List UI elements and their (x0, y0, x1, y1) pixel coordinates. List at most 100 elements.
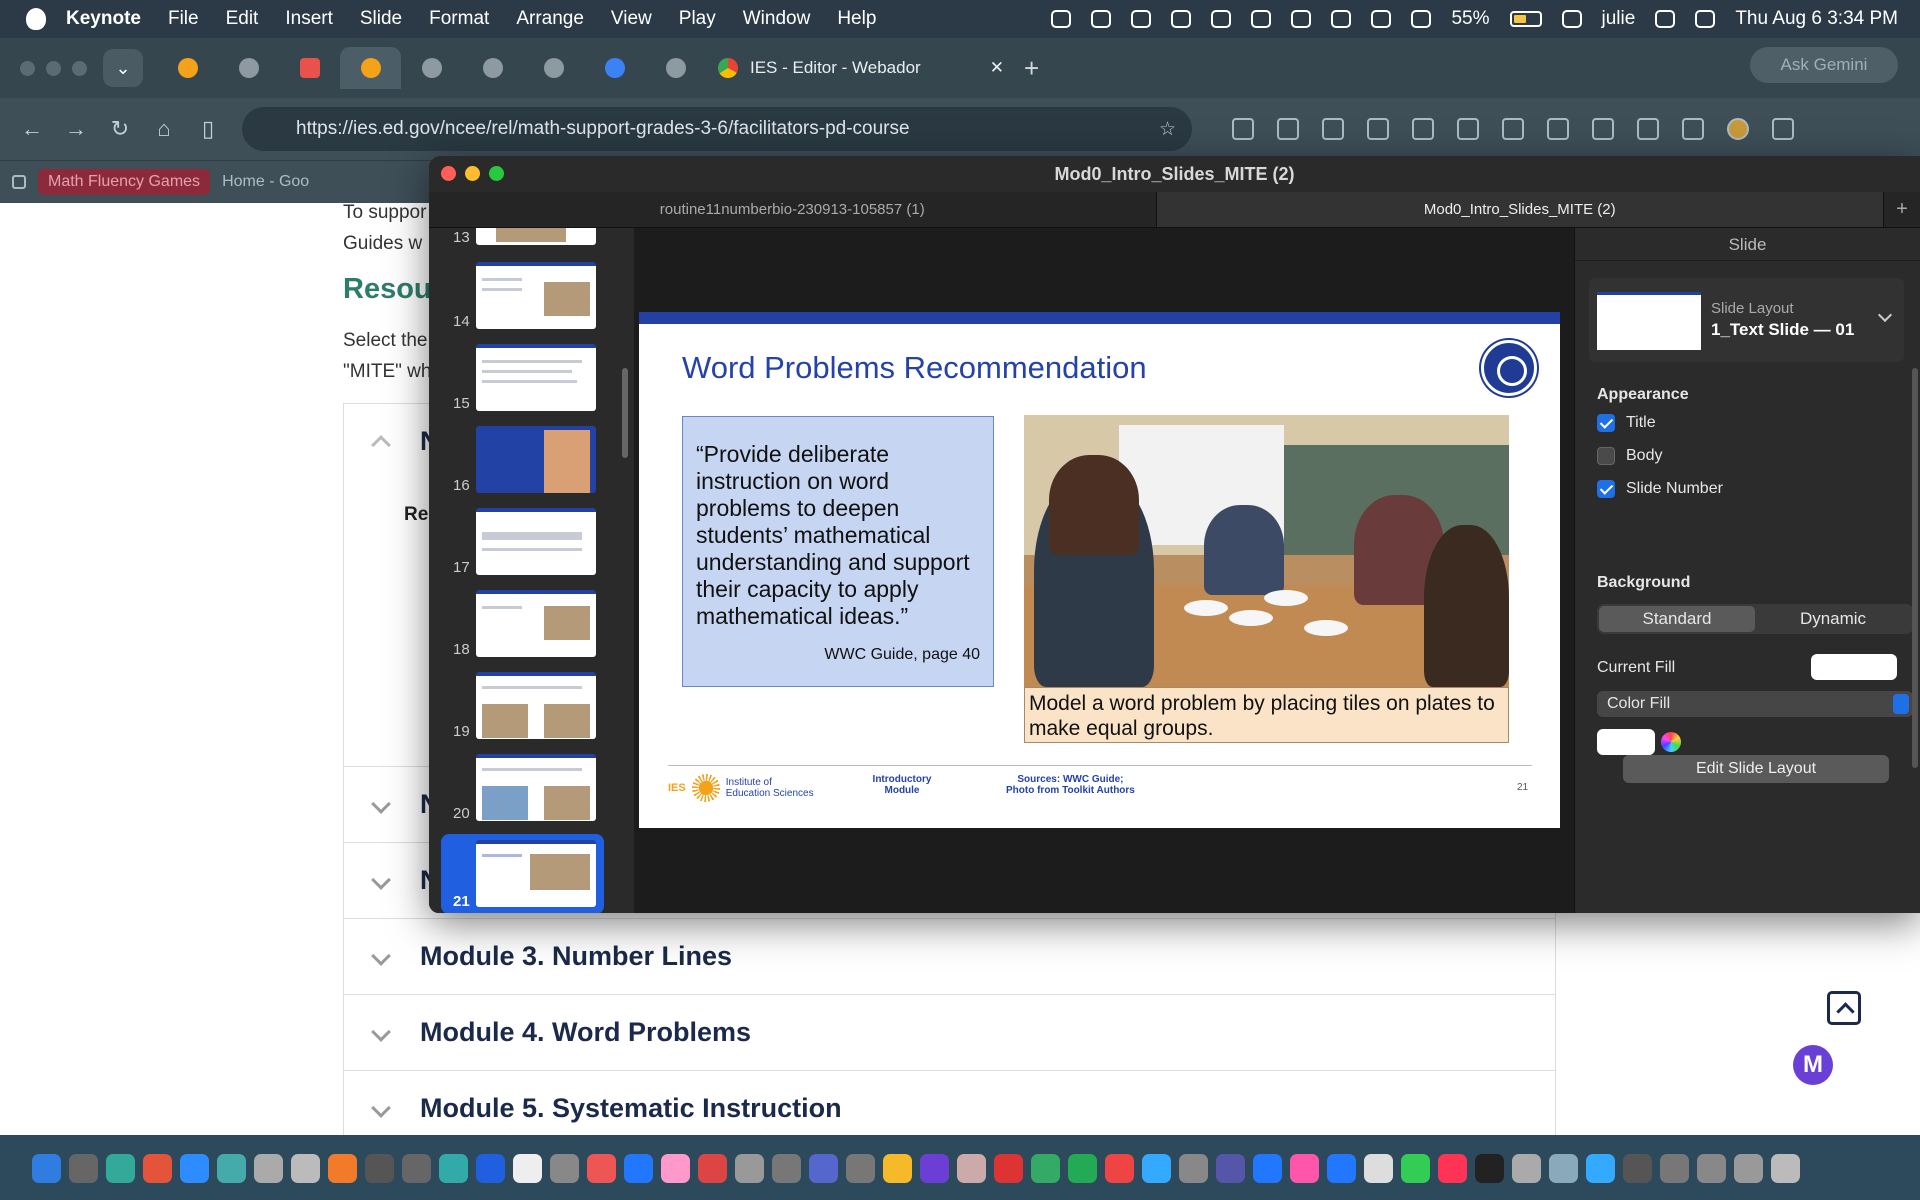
slide-thumbnail[interactable]: 17 (429, 508, 634, 580)
add-tab-icon[interactable]: + (1884, 192, 1920, 227)
clock[interactable]: Thu Aug 6 3:34 PM (1735, 8, 1898, 30)
scroll-to-top-button[interactable] (1827, 991, 1861, 1025)
performance-icon[interactable] (1682, 118, 1704, 140)
app-icon[interactable] (69, 1153, 98, 1183)
reader-icon[interactable] (1637, 118, 1659, 140)
history-icon[interactable] (1412, 118, 1434, 140)
menu-insert[interactable]: Insert (285, 8, 333, 30)
back-arrow-icon[interactable]: ← (10, 116, 54, 142)
pinned-tab[interactable] (279, 47, 340, 89)
pinned-tab-active[interactable] (340, 47, 401, 89)
close-tab-icon[interactable]: ✕ (990, 58, 1004, 78)
close-window-button[interactable] (441, 166, 456, 181)
app-icon[interactable] (1216, 1153, 1245, 1183)
app-icon[interactable] (883, 1153, 912, 1183)
checkbox-unchecked-icon[interactable] (1597, 447, 1615, 465)
navigator-scrollbar[interactable] (622, 368, 628, 458)
close-window-button[interactable] (20, 60, 35, 76)
document-tab[interactable]: routine11numberbio-230913-105857 (1) (429, 192, 1157, 227)
module-item-systematic-instruction[interactable]: Module 5. Systematic Instruction (344, 1070, 1555, 1135)
activity-monitor-icon[interactable] (1475, 1153, 1504, 1183)
folder-icon[interactable] (1623, 1153, 1652, 1183)
slide-number-checkbox[interactable]: Slide Number (1597, 480, 1723, 498)
body-checkbox[interactable]: Body (1597, 447, 1662, 465)
slide-title[interactable]: Word Problems Recommendation (682, 350, 1147, 386)
slide-thumbnail[interactable]: 15 (429, 344, 634, 416)
messages-icon[interactable] (1401, 1153, 1430, 1183)
user-name[interactable]: julie (1602, 8, 1636, 30)
bluetooth-icon[interactable] (1327, 1153, 1356, 1183)
edit-slide-layout-button[interactable]: Edit Slide Layout (1623, 755, 1889, 783)
chevron-up-icon[interactable] (371, 435, 391, 455)
slide-thumbnail[interactable]: 13 (429, 228, 634, 250)
extension-icon[interactable] (1211, 10, 1232, 28)
accessibility-icon[interactable] (1091, 10, 1112, 28)
reload-icon[interactable]: ↻ (98, 116, 142, 142)
slide-thumbnail[interactable]: 18 (429, 590, 634, 662)
app-icon[interactable] (439, 1153, 468, 1183)
reading-list-icon[interactable] (1367, 118, 1389, 140)
slide-thumbnail[interactable]: 20 (429, 754, 634, 826)
app-icon[interactable] (365, 1153, 394, 1183)
app-icon[interactable] (291, 1153, 320, 1183)
chrome-icon[interactable] (1105, 1153, 1134, 1183)
settings-icon[interactable] (1179, 1153, 1208, 1183)
m-assistant-icon[interactable]: M (1793, 1045, 1833, 1085)
photos-icon[interactable] (661, 1153, 690, 1183)
stats-icon[interactable] (1251, 10, 1272, 28)
app-icon[interactable] (1290, 1153, 1319, 1183)
clock-icon[interactable] (217, 1153, 246, 1183)
zoom-icon[interactable] (180, 1153, 209, 1183)
document-tab-active[interactable]: Mod0_Intro_Slides_MITE (2) (1156, 192, 1884, 227)
folder-icon[interactable] (1734, 1153, 1763, 1183)
apple-menu-icon[interactable] (26, 8, 46, 30)
checkbox-checked-icon[interactable] (1597, 414, 1615, 432)
tab-search-button[interactable]: ⌄ (103, 49, 143, 87)
app-icon[interactable] (328, 1153, 357, 1183)
play-icon[interactable] (1331, 10, 1352, 28)
more-menu-icon[interactable] (1772, 118, 1794, 140)
bluetooth-icon[interactable] (1655, 10, 1676, 28)
slide-thumbnail[interactable]: 19 (429, 672, 634, 744)
address-bar[interactable]: https://ies.ed.gov/ncee/rel/math-support… (242, 107, 1192, 151)
segment-standard[interactable]: Standard (1599, 606, 1755, 632)
color-wheel-icon[interactable] (1661, 732, 1681, 752)
slide-layout-selector[interactable]: Slide Layout 1_Text Slide — 01 (1589, 278, 1904, 362)
side-panel-icon[interactable]: ▯ (186, 116, 230, 142)
app-icon[interactable] (402, 1153, 431, 1183)
app-icon[interactable] (1068, 1153, 1097, 1183)
app-icon[interactable] (920, 1153, 949, 1183)
gmail-icon[interactable] (698, 1153, 727, 1183)
keyboard-icon[interactable] (1411, 10, 1432, 28)
puzzle-icon[interactable] (1277, 118, 1299, 140)
download-icon[interactable] (1502, 118, 1524, 140)
checkbox-checked-icon[interactable] (1597, 480, 1615, 498)
app-icon[interactable] (254, 1153, 283, 1183)
menu-edit[interactable]: Edit (226, 8, 259, 30)
app-icon[interactable] (1364, 1153, 1393, 1183)
pinned-tab[interactable] (645, 47, 706, 89)
pinned-tab[interactable] (523, 47, 584, 89)
title-checkbox[interactable]: Title (1597, 414, 1656, 432)
app-icon[interactable] (809, 1153, 838, 1183)
quote-box[interactable]: “Provide deliberate instruction on word … (682, 416, 994, 687)
inspector-scrollbar[interactable] (1912, 368, 1918, 768)
slide-21[interactable]: Word Problems Recommendation “Provide de… (639, 312, 1560, 828)
folder-icon[interactable] (1660, 1153, 1689, 1183)
table-icon[interactable] (1592, 118, 1614, 140)
module-item-number-lines[interactable]: Module 3. Number Lines (344, 918, 1555, 994)
music-icon[interactable] (1438, 1153, 1467, 1183)
app-menu[interactable]: Keynote (66, 8, 141, 30)
slide-thumbnail[interactable]: 14 (429, 262, 634, 334)
profile-avatar-icon[interactable] (1727, 118, 1749, 140)
folder-icon[interactable] (1697, 1153, 1726, 1183)
link-icon[interactable] (1457, 118, 1479, 140)
finder-icon[interactable] (32, 1153, 61, 1183)
fill-type-popup[interactable]: Color Fill (1597, 691, 1913, 717)
app-icon[interactable] (587, 1153, 616, 1183)
focus-moon-icon[interactable] (1171, 10, 1192, 28)
pinned-tab[interactable] (584, 47, 645, 89)
menu-file[interactable]: File (168, 8, 199, 30)
pinned-tab[interactable] (401, 47, 462, 89)
minimize-window-button[interactable] (46, 60, 61, 76)
